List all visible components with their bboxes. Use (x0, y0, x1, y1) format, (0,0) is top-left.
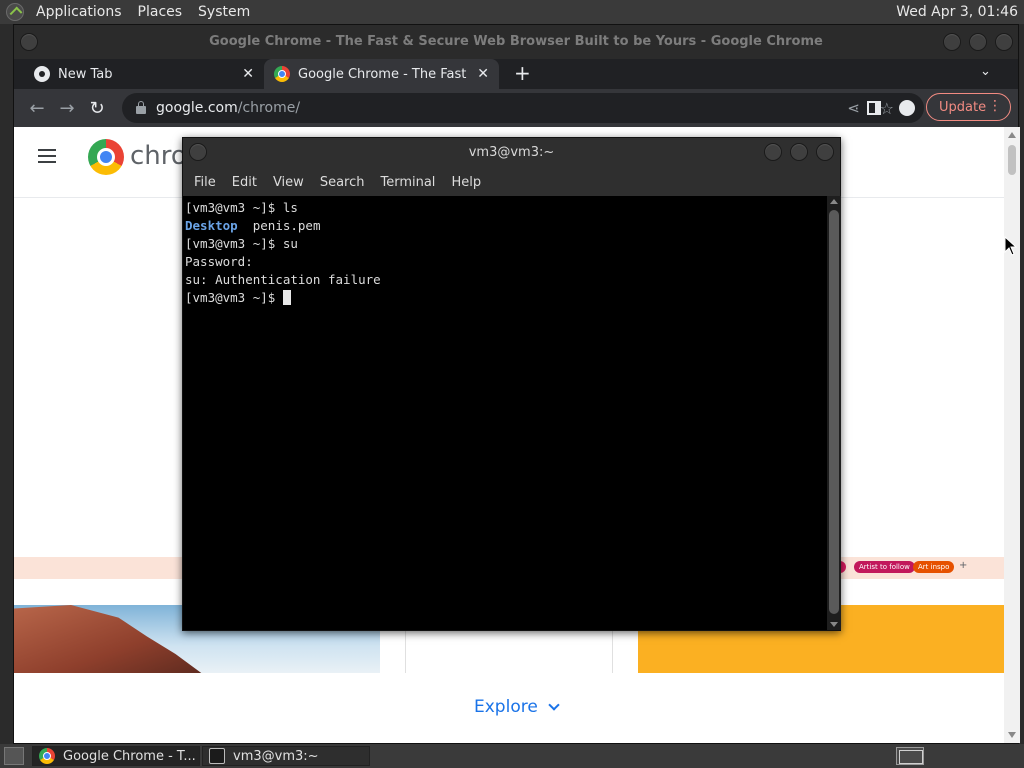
output: su: Authentication failure (185, 272, 381, 287)
update-label: Update (939, 99, 987, 115)
chrome-titlebar[interactable]: Google Chrome - The Fast & Secure Web Br… (14, 25, 1018, 59)
menu-search[interactable]: Search (312, 175, 373, 190)
terminal-line: Desktop penis.pem (185, 217, 825, 235)
scroll-up-arrow-icon[interactable] (830, 199, 838, 204)
tab-google-chrome[interactable]: Google Chrome - The Fast & S ✕ (264, 59, 499, 89)
taskbar-item-terminal[interactable]: vm3@vm3:~ (202, 746, 370, 766)
mouse-pointer-icon (1004, 236, 1018, 256)
terminal-title: vm3@vm3:~ (468, 145, 555, 160)
chevron-down-icon (548, 699, 560, 711)
menu-file[interactable]: File (186, 175, 224, 190)
chrome-logo-icon (39, 748, 55, 764)
tab-title: Google Chrome - The Fast & S (298, 66, 468, 82)
add-chip-icon[interactable]: + (959, 560, 967, 571)
scroll-down-arrow-icon[interactable] (830, 622, 838, 627)
reload-icon[interactable]: ↻ (82, 93, 112, 123)
chrome-toolbar: ← → ↻ google.com/chrome/ ⋖ ☆ Update ⋮ (14, 89, 1018, 127)
scrollbar-thumb[interactable] (1008, 145, 1016, 175)
scrollbar-thumb[interactable] (829, 210, 839, 614)
chip-artist-to-follow[interactable]: Artist to follow (854, 561, 915, 573)
lock-icon[interactable] (136, 101, 146, 114)
terminal-line: [vm3@vm3 ~]$ ls (185, 199, 825, 217)
address-bar[interactable]: google.com/chrome/ ⋖ ☆ (122, 93, 924, 123)
bookmark-star-icon[interactable]: ☆ (880, 99, 894, 118)
distro-logo-icon[interactable] (6, 3, 24, 21)
command: su (282, 236, 298, 251)
maximize-button[interactable] (969, 33, 987, 51)
file-entry: penis.pem (237, 218, 321, 233)
window-menu-button[interactable] (20, 33, 38, 51)
chrome-logo-icon (274, 66, 290, 82)
chrome-logo-icon[interactable] (88, 139, 124, 175)
side-panel-icon[interactable] (867, 101, 881, 115)
scroll-up-arrow-icon[interactable] (1008, 132, 1016, 138)
chrome-newtab-icon (34, 66, 50, 82)
prompt: [vm3@vm3 ~]$ (185, 290, 283, 305)
menu-places[interactable]: Places (130, 0, 191, 24)
minimize-button[interactable] (764, 143, 782, 161)
bottom-panel: Google Chrome - T... vm3@vm3:~ (0, 744, 1024, 768)
tab-new-tab[interactable]: New Tab ✕ (14, 59, 264, 89)
close-tab-icon[interactable]: ✕ (477, 66, 489, 82)
tab-strip: New Tab ✕ Google Chrome - The Fast & S ✕… (14, 59, 1018, 89)
terminal-screen[interactable]: [vm3@vm3 ~]$ ls Desktop penis.pem [vm3@vm3… (183, 196, 827, 630)
terminal-line: su: Authentication failure (185, 271, 825, 289)
terminal-icon (209, 748, 225, 764)
chip-art-inspo[interactable]: Art inspo (913, 561, 955, 573)
terminal-titlebar[interactable]: vm3@vm3:~ (183, 138, 840, 168)
scroll-down-arrow-icon[interactable] (1008, 732, 1016, 738)
back-arrow-icon[interactable]: ← (22, 93, 52, 123)
explore-link[interactable]: Explore (474, 697, 560, 717)
new-tab-button[interactable]: + (514, 61, 531, 85)
terminal-window: vm3@vm3:~ File Edit View Search Terminal… (182, 137, 841, 631)
taskbar-item-chrome[interactable]: Google Chrome - T... (32, 746, 200, 766)
prompt: [vm3@vm3 ~]$ (185, 236, 283, 251)
taskbar-label: Google Chrome - T... (63, 748, 196, 764)
menu-system[interactable]: System (190, 0, 258, 24)
page-brand-text[interactable]: chro (130, 141, 187, 171)
more-menu-icon[interactable]: ⋮ (988, 98, 1002, 114)
menu-view[interactable]: View (265, 175, 312, 190)
terminal-line: Password: (185, 253, 825, 271)
terminal-menubar: File Edit View Search Terminal Help (183, 168, 840, 196)
window-menu-button[interactable] (189, 143, 207, 161)
terminal-line: [vm3@vm3 ~]$ (185, 289, 825, 307)
taskbar-label: vm3@vm3:~ (233, 748, 319, 764)
tab-search-chevron-icon[interactable]: ⌄ (980, 64, 991, 79)
terminal-line: [vm3@vm3 ~]$ su (185, 235, 825, 253)
maximize-button[interactable] (790, 143, 808, 161)
chrome-window-title: Google Chrome - The Fast & Secure Web Br… (209, 34, 823, 49)
share-icon[interactable]: ⋖ (847, 99, 860, 117)
menu-edit[interactable]: Edit (224, 175, 265, 190)
close-window-button[interactable] (816, 143, 834, 161)
menu-help[interactable]: Help (443, 175, 489, 190)
menu-applications[interactable]: Applications (28, 0, 130, 24)
workspace-switcher[interactable] (896, 747, 924, 765)
menu-terminal[interactable]: Terminal (372, 175, 443, 190)
profile-avatar-icon[interactable] (899, 100, 915, 116)
explore-label: Explore (474, 697, 538, 717)
tab-title: New Tab (58, 66, 113, 82)
prompt: [vm3@vm3 ~]$ (185, 200, 283, 215)
url-path: /chrome/ (237, 100, 301, 116)
forward-arrow-icon[interactable]: → (52, 93, 82, 123)
show-desktop-icon[interactable] (4, 747, 24, 765)
page-scrollbar[interactable] (1004, 127, 1020, 743)
output: Password: (185, 254, 253, 269)
hamburger-menu-icon[interactable] (38, 149, 56, 163)
clock[interactable]: Wed Apr 3, 01:46 (888, 0, 1024, 24)
close-window-button[interactable] (995, 33, 1013, 51)
update-button[interactable]: Update ⋮ (926, 93, 1011, 121)
minimize-button[interactable] (943, 33, 961, 51)
close-tab-icon[interactable]: ✕ (242, 66, 254, 82)
url-host: google.com (156, 100, 238, 116)
terminal-scrollbar[interactable] (827, 196, 841, 630)
directory-entry: Desktop (185, 218, 238, 233)
text-cursor (282, 290, 291, 305)
command: ls (282, 200, 298, 215)
top-panel: Applications Places System Wed Apr 3, 01… (0, 0, 1024, 24)
